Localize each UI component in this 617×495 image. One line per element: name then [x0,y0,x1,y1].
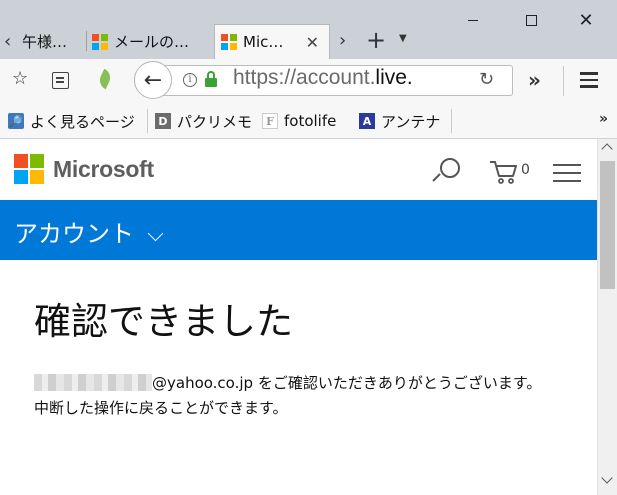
lock-icon[interactable] [205,71,217,87]
bookmark-separator [147,109,148,133]
tab-scroll-left-icon[interactable]: ‹ [4,31,11,52]
close-tab-icon[interactable]: ✕ [306,33,319,52]
arrow-left-icon: ← [143,67,163,93]
bookmark-separator [451,109,452,133]
window-minimize-button[interactable] [461,8,485,32]
chevron-down-icon[interactable] [147,225,164,242]
f-favicon-icon: F [262,113,278,129]
web-page: Microsoft 0 アカウント 確認できました @yahoo.co.jp を… [0,139,597,495]
site-header: Microsoft 0 [0,139,597,200]
d-favicon-icon: D [155,113,171,129]
bookmark-item[interactable]: A アンテナ [359,111,440,131]
new-tab-icon[interactable]: + [366,26,386,54]
window-close-button[interactable]: ✕ [574,8,598,32]
bookmark-item[interactable]: 🔎 よく見るページ [8,111,135,131]
microsoft-logo-icon [221,34,237,50]
bookmark-label: よく見るページ [30,112,135,131]
tab-list-dropdown-icon[interactable]: ▼ [399,33,407,44]
bookmark-star-icon[interactable]: ☆ [12,68,28,89]
tab-1[interactable]: メールの… [92,24,207,59]
reload-icon[interactable]: ↻ [479,69,494,90]
bookmark-item[interactable]: D パクリメモ [155,111,252,131]
account-nav-bar[interactable]: アカウント [0,200,597,260]
cart-count[interactable]: 0 [521,162,530,178]
toolbar-overflow-icon[interactable]: » [528,68,541,92]
a-favicon-icon: A [359,113,375,129]
tab-label: 午様… [22,33,68,51]
reading-list-icon[interactable] [52,72,69,89]
scroll-up-icon[interactable] [601,143,613,155]
url-domain: live. [375,66,413,89]
scrollbar-thumb[interactable] [600,161,615,289]
microsoft-logo-icon [92,33,108,50]
hamburger-menu-icon[interactable] [580,72,598,92]
cart-icon[interactable] [489,159,519,185]
tab-0[interactable]: 午様… [16,24,80,59]
tab-2-active[interactable]: Mic… ✕ [214,24,330,59]
message-text: @yahoo.co.jp をご確認いただきありがとうございます。 [152,374,542,392]
tab-scroll-right-icon[interactable]: › [339,30,346,51]
scroll-down-icon[interactable] [601,472,613,484]
search-icon[interactable] [432,158,460,186]
bookmarks-overflow-icon[interactable]: » [599,111,608,127]
tab-label: Mic… [243,33,284,51]
tab-separator [86,31,87,51]
back-button[interactable]: ← [134,61,172,99]
brand-name: Microsoft [53,155,154,182]
bookmark-label: fotolife [284,112,337,130]
page-scrollbar[interactable] [597,139,617,495]
search-folder-icon: 🔎 [8,113,24,129]
confirmation-message: @yahoo.co.jp をご確認いただきありがとうございます。 [34,372,541,393]
site-info-icon[interactable]: i [183,73,197,87]
bookmark-label: アンテナ [381,112,441,131]
resume-message: 中断した操作に戻ることができます。 [34,399,288,417]
site-menu-icon[interactable] [553,164,581,188]
microsoft-logo-icon [14,154,44,184]
microsoft-brand-link[interactable]: Microsoft [14,154,154,184]
page-title: 確認できました [34,300,293,343]
account-menu-title[interactable]: アカウント [14,214,134,249]
toolbar-divider [563,66,564,96]
redacted-email-username [34,374,152,391]
url-text[interactable]: https://account.live. [233,66,413,90]
window-maximize-button[interactable] [519,8,543,32]
bookmark-label: パクリメモ [177,112,253,131]
bookmark-item[interactable]: F fotolife [262,111,336,131]
url-prefix: https://account. [233,66,376,89]
tab-label: メールの… [114,33,190,51]
